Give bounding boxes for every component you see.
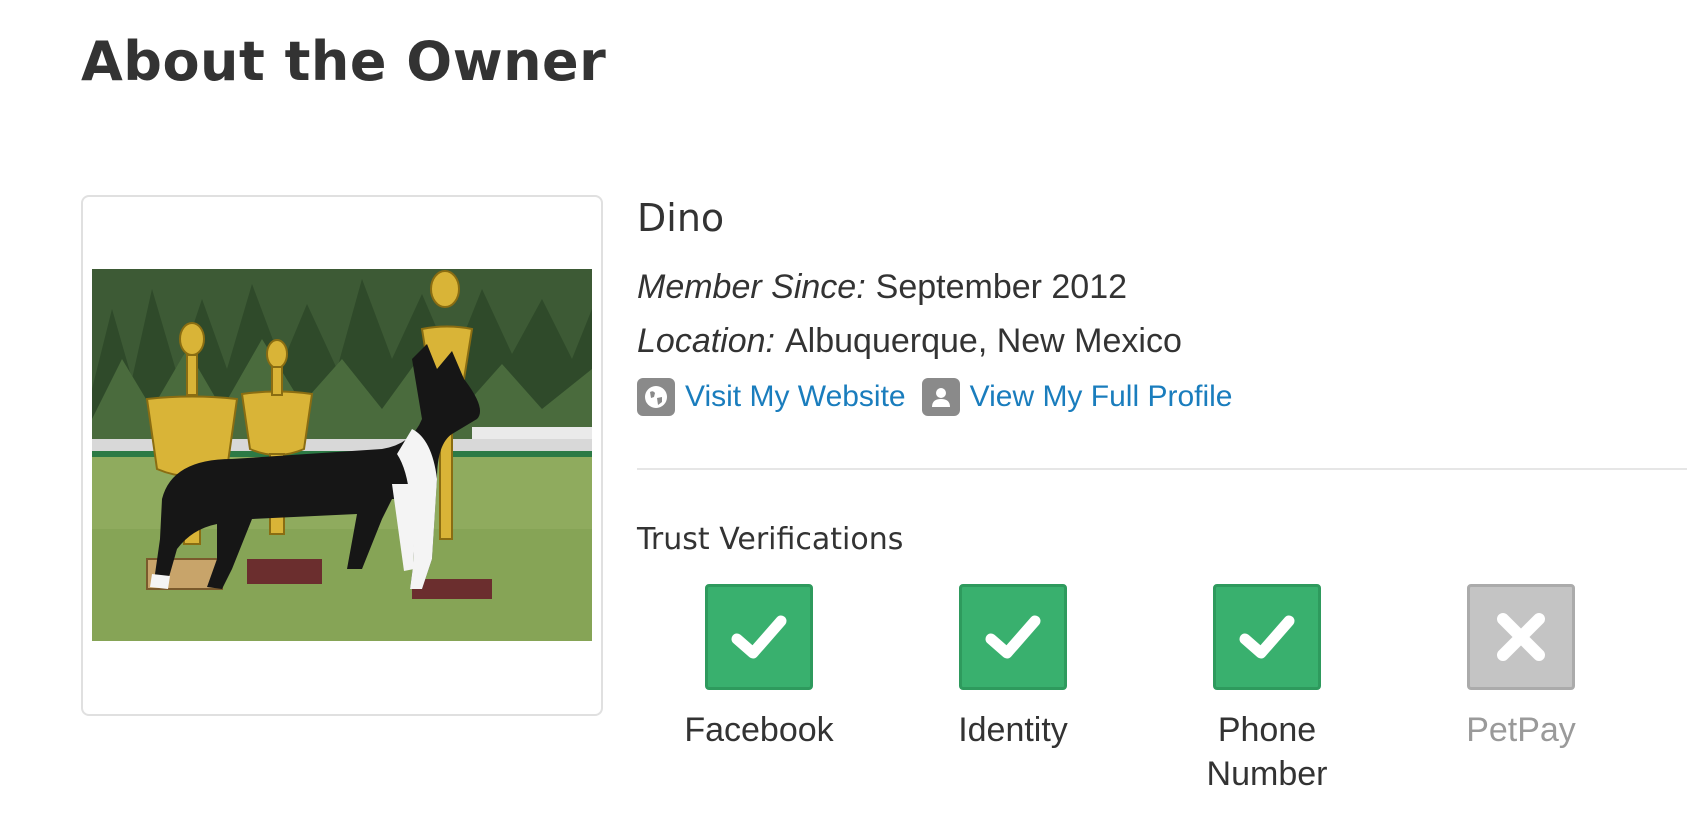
- verification-facebook: Facebook: [659, 584, 859, 752]
- user-icon: [921, 378, 960, 416]
- view-profile-label: View My Full Profile: [969, 380, 1233, 413]
- verification-label: Identity: [958, 711, 1068, 749]
- visit-website-link[interactable]: Visit My Website: [637, 378, 906, 416]
- divider: [637, 468, 1687, 470]
- member-since-value: September 2012: [875, 268, 1128, 306]
- verification-label: Phone Number: [1206, 711, 1328, 793]
- member-since-row: Member Since: September 2012: [637, 268, 1127, 307]
- verification-label: Facebook: [684, 711, 834, 749]
- location-row: Location: Albuquerque, New Mexico: [637, 322, 1182, 361]
- verification-phone-number: Phone Number: [1167, 584, 1367, 796]
- verification-label: PetPay: [1466, 711, 1576, 749]
- location-label: Location:: [637, 322, 775, 360]
- profile-links: Visit My Website View My Full Profile: [637, 378, 1248, 416]
- x-icon: [1467, 584, 1575, 690]
- check-icon: [1213, 584, 1321, 690]
- visit-website-label: Visit My Website: [685, 380, 906, 413]
- owner-photo-card: [81, 195, 603, 716]
- trust-verifications-title: Trust Verifications: [637, 522, 904, 557]
- verification-identity: Identity: [913, 584, 1113, 752]
- check-icon: [959, 584, 1067, 690]
- check-icon: [705, 584, 813, 690]
- view-profile-link[interactable]: View My Full Profile: [921, 378, 1233, 416]
- globe-icon: [637, 378, 675, 416]
- owner-name: Dino: [637, 196, 725, 240]
- section-title: About the Owner: [81, 30, 607, 93]
- location-value: Albuquerque, New Mexico: [785, 322, 1182, 360]
- owner-photo[interactable]: [92, 269, 592, 641]
- member-since-label: Member Since:: [637, 268, 866, 306]
- verification-petpay: PetPay: [1421, 584, 1621, 752]
